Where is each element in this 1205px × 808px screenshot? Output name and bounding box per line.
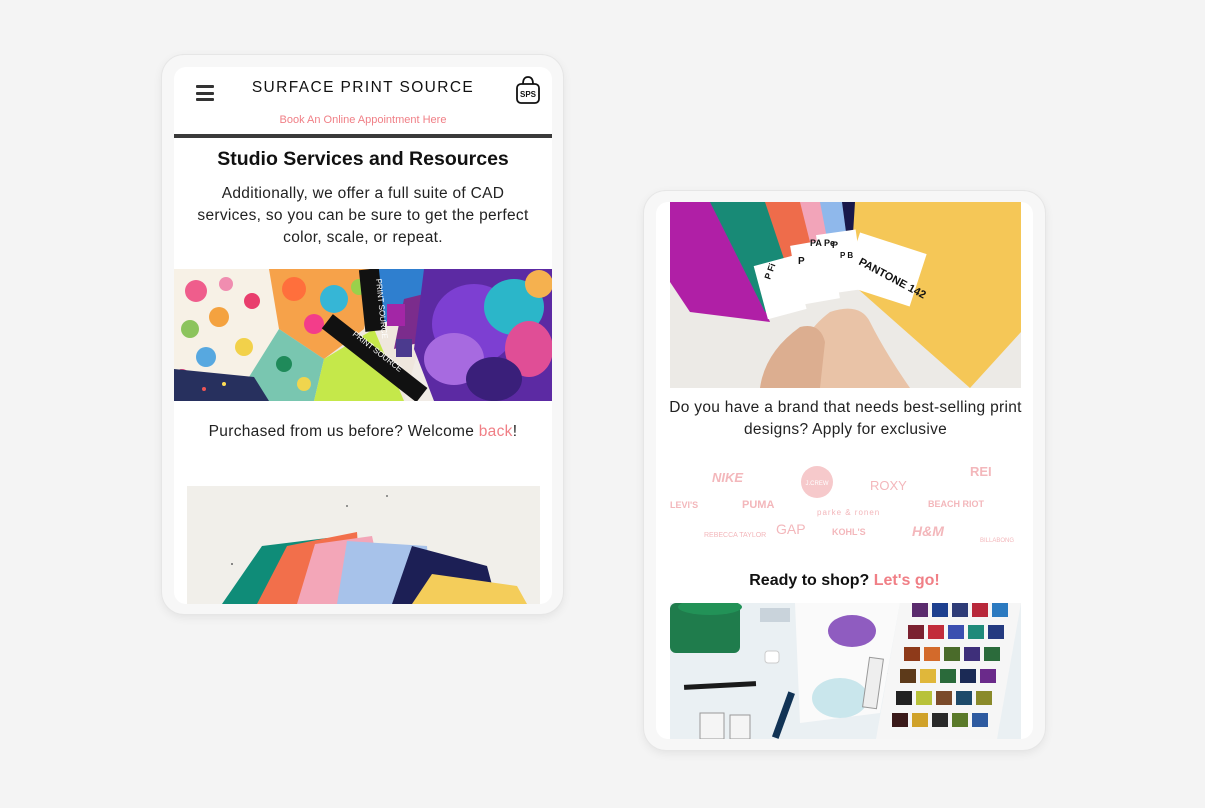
pantone-card-4: P: [832, 240, 838, 250]
site-header: SURFACE PRINT SOURCE SPS Book An Online …: [174, 67, 552, 139]
welcome-text: Purchased from us before? Welcome: [208, 423, 475, 440]
hamburger-menu-icon[interactable]: [196, 85, 214, 101]
brand-question-text: Do you have a brand that needs best-sell…: [669, 399, 1022, 438]
cad-description: Additionally, we offer a full suite of C…: [197, 185, 529, 246]
logo-hm: H&M: [912, 523, 944, 539]
logo-beach-riot: BEACH RIOT: [928, 499, 985, 509]
fabric-collage-image: PRINT SOURCE PRINT SOURCE: [174, 269, 552, 401]
welcome-suffix: !: [512, 423, 518, 440]
shopping-bag-icon[interactable]: SPS: [515, 75, 541, 105]
logo-parke-ronen: parke & ronen: [817, 508, 880, 517]
logo-levis: LEVI'S: [670, 500, 698, 510]
phone-frame-right: P Fi P PA Pe P P B PANTONE 142 Do you ha…: [644, 191, 1045, 750]
logo-nike: NIKE: [712, 470, 743, 485]
logo-rebecca-taylor: REBECCA TAYLOR: [704, 532, 766, 539]
logo-gap: GAP: [776, 521, 806, 537]
pantone-card-5: P B: [840, 251, 853, 260]
logo-puma: PUMA: [742, 499, 774, 511]
header-divider: [174, 134, 552, 138]
paper-swatches-image: [187, 486, 540, 604]
book-appointment-link[interactable]: Book An Online Appointment Here: [174, 114, 552, 126]
logo-roxy: ROXY: [870, 478, 907, 493]
client-logos: NIKE J.CREW ROXY REI LEVI'S PUMA parke &…: [670, 462, 1021, 550]
bag-label: SPS: [520, 90, 537, 99]
lets-go-link[interactable]: Let's go!: [874, 572, 940, 589]
art-supplies-image: [670, 603, 1021, 739]
welcome-back-link[interactable]: back: [479, 423, 513, 440]
welcome-back-text: Purchased from us before? Welcome back!: [188, 421, 538, 443]
brand-logo[interactable]: SURFACE PRINT SOURCE: [232, 79, 494, 97]
logo-billabong: BILLABONG: [980, 538, 1014, 544]
logo-jcrew: J.CREW: [806, 481, 829, 487]
logo-kohls: KOHL'S: [832, 527, 866, 537]
logo-rei: REI: [970, 464, 992, 479]
phone-frame-left: SURFACE PRINT SOURCE SPS Book An Online …: [162, 55, 563, 614]
section-title: Studio Services and Resources: [217, 148, 509, 170]
pantone-card-2: P: [798, 256, 805, 267]
phone-screen-left: SURFACE PRINT SOURCE SPS Book An Online …: [174, 67, 552, 604]
pantone-swatch-image: P Fi P PA Pe P P B PANTONE 142: [670, 202, 1021, 388]
shop-text: Ready to shop?: [749, 572, 870, 589]
phone-screen-right: P Fi P PA Pe P P B PANTONE 142 Do you ha…: [656, 202, 1033, 739]
shop-prompt: Ready to shop? Let's go!: [656, 572, 1033, 590]
